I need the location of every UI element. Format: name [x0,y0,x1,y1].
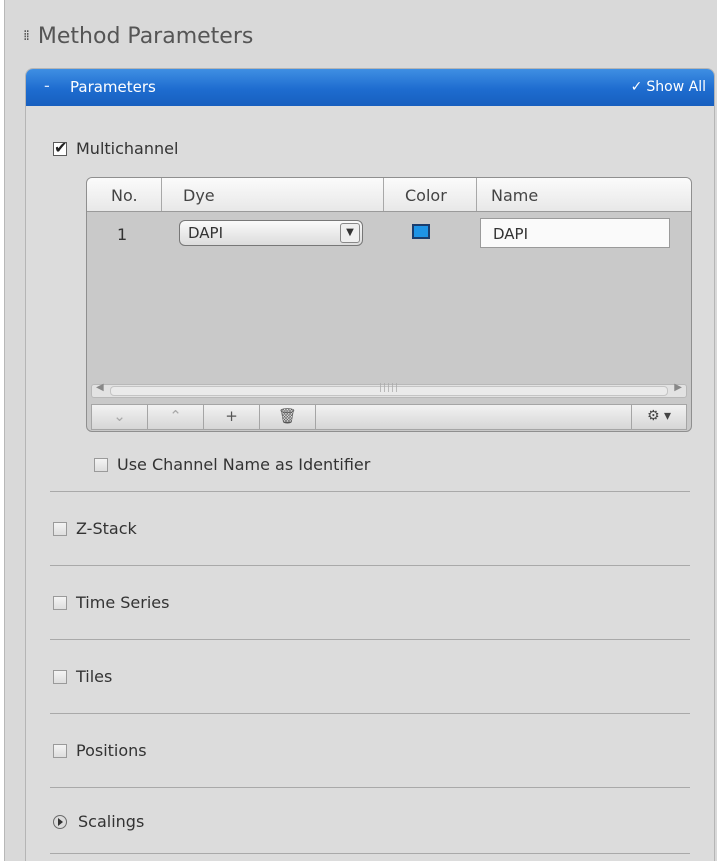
method-parameters-header: ⁞⁞ Method Parameters [23,14,253,58]
multichannel-label: Multichannel [76,139,179,158]
tiles-checkbox[interactable] [53,669,67,684]
column-divider[interactable] [476,178,477,211]
section-divider [50,491,690,492]
section-divider [50,713,690,714]
zstack-checkbox[interactable] [53,521,67,536]
use-channel-name-label: Use Channel Name as Identifier [117,455,371,474]
time-series-option[interactable]: Time Series [53,593,169,612]
move-up-button[interactable]: ⌃ [148,405,204,429]
positions-checkbox[interactable] [53,743,67,758]
scalings-label: Scalings [78,812,145,831]
channel-table: No. Dye Color Name 1 DAPI ▼ DAPI ◀ |||||… [86,177,692,432]
tiles-label: Tiles [76,667,113,686]
move-down-button[interactable]: ⌄ [92,405,148,429]
scroll-right-icon[interactable]: ▶ [674,382,682,393]
column-divider[interactable] [161,178,162,211]
scalings-section[interactable]: Scalings [53,812,144,831]
channel-name-field[interactable]: DAPI [480,218,670,248]
use-channel-name-checkbox[interactable] [94,457,108,472]
positions-option[interactable]: Positions [53,741,147,760]
add-channel-button[interactable]: + [204,405,260,429]
multichannel-option[interactable]: Multichannel [53,138,179,158]
section-divider [50,853,690,854]
positions-label: Positions [76,741,147,760]
channel-toolbar: ⌄ ⌃ + 🗑 ⚙ ▾ [91,404,687,430]
section-divider [50,639,690,640]
scrollbar-thumb[interactable]: ||||| [110,383,668,396]
collapse-icon[interactable]: - [44,76,50,95]
horizontal-scrollbar[interactable]: ◀ ||||| ▶ [91,382,687,398]
zstack-option[interactable]: Z-Stack [53,519,137,538]
table-row[interactable]: 1 DAPI ▼ DAPI [87,218,691,250]
column-header-name[interactable]: Name [491,186,538,205]
scrollbar-grip-icon: ||||| [379,383,400,393]
column-header-dye[interactable]: Dye [183,186,215,205]
options-menu-button[interactable]: ⚙ ▾ [631,405,686,429]
use-channel-name-option[interactable]: Use Channel Name as Identifier [94,455,370,474]
channel-name-value: DAPI [493,225,529,243]
column-header-color[interactable]: Color [405,186,447,205]
column-divider[interactable] [383,178,384,211]
expand-arrow-icon[interactable] [53,814,67,829]
section-divider [50,787,690,788]
channel-number: 1 [117,225,128,244]
parameters-panel-header[interactable]: - Parameters ✓ Show All [26,69,714,106]
parameters-panel: - Parameters ✓Show All Multichannel No. … [25,68,715,861]
show-all-label: Show All [646,79,706,95]
time-series-label: Time Series [76,593,170,612]
parameters-title: Parameters [70,78,156,96]
multichannel-checkbox[interactable] [53,138,67,157]
gear-icon: ⚙ ▾ [646,408,672,424]
checkmark-icon: ✓ [630,79,643,95]
zstack-label: Z-Stack [76,519,137,538]
show-all-button[interactable]: ✓ Show All [631,79,706,95]
tiles-option[interactable]: Tiles [53,667,112,686]
section-divider [50,565,690,566]
method-parameters-title: Method Parameters [37,23,254,49]
dye-dropdown[interactable]: DAPI ▼ [179,220,363,246]
channel-color-swatch[interactable] [412,224,430,239]
time-series-checkbox[interactable] [53,595,67,610]
column-header-no[interactable]: No. [111,186,138,205]
dropdown-arrow-icon[interactable]: ▼ [340,223,360,243]
trash-icon: 🗑 [277,407,298,425]
grip-dots-icon[interactable]: ⁞⁞ [23,28,30,44]
method-parameters-window: ⁞⁞ Method Parameters - Parameters ✓ Show … [4,0,717,861]
channel-table-header: No. Dye Color Name [87,178,691,212]
scroll-left-icon[interactable]: ◀ [96,382,104,393]
dye-dropdown-value: DAPI [188,224,224,242]
delete-channel-button[interactable]: 🗑 [260,405,316,429]
